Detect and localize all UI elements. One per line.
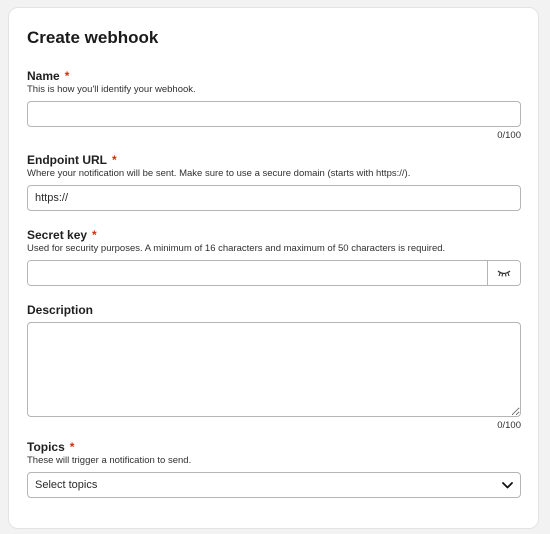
topics-field-group: Topics * These will trigger a notificati… [27,440,521,498]
topics-select-value: Select topics [35,479,98,491]
topics-label-text: Topics [27,440,65,454]
name-help-text: This is how you'll identify your webhook… [27,84,196,95]
endpoint-help-text: Where your notification will be sent. Ma… [27,168,411,179]
name-label-text: Name [27,69,60,83]
topics-help-text: These will trigger a notification to sen… [27,455,192,466]
name-field-group: Name * This is how you'll identify your … [27,69,521,141]
secret-field-group: Secret key * Used for security purposes.… [27,228,521,286]
endpoint-label: Endpoint URL * [27,153,521,167]
secret-key-input[interactable] [28,261,487,285]
description-textarea[interactable] [27,322,521,417]
description-char-counter: 0/100 [497,420,521,431]
chevron-down-icon [502,481,513,488]
create-webhook-card: Create webhook Name * This is how you'll… [8,7,539,529]
eye-closed-icon [497,270,511,277]
secret-help-text: Used for security purposes. A minimum of… [27,243,446,254]
required-asterisk: * [92,228,97,242]
secret-label: Secret key * [27,228,521,242]
secret-label-text: Secret key [27,228,88,242]
topics-select[interactable]: Select topics [27,472,521,498]
required-asterisk: * [64,69,70,83]
page-title: Create webhook [27,28,159,47]
endpoint-label-text: Endpoint URL [27,153,107,167]
topics-label: Topics * [27,440,521,454]
toggle-visibility-button[interactable] [487,261,520,285]
name-input[interactable] [27,101,521,127]
name-label: Name * [27,69,521,83]
name-char-counter: 0/100 [497,130,521,141]
description-label-text: Description [27,303,94,317]
required-asterisk: * [69,440,75,454]
description-label: Description [27,303,521,317]
endpoint-url-input[interactable] [27,185,521,211]
description-field-group: Description 0/100 [27,303,521,431]
endpoint-field-group: Endpoint URL * Where your notification w… [27,153,521,211]
secret-input-group [27,260,521,286]
required-asterisk: * [111,153,117,167]
